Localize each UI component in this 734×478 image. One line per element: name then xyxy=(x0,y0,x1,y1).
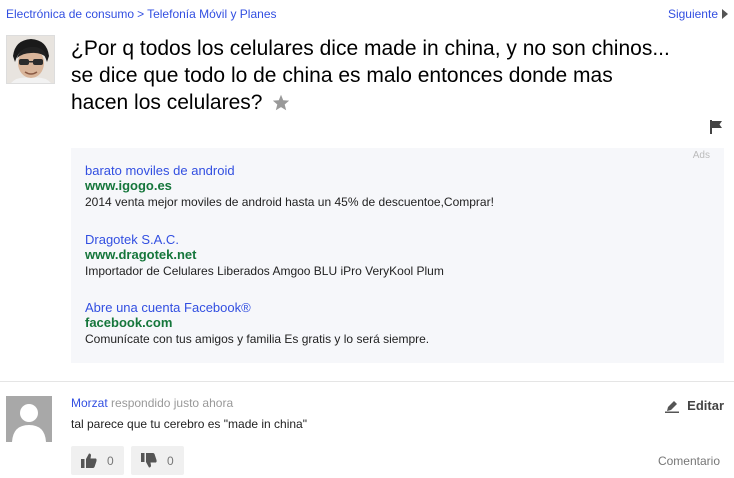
ad-url[interactable]: www.igogo.es xyxy=(85,178,494,193)
ads-box: Ads barato moviles de android www.igogo.… xyxy=(71,148,724,363)
upvote-count: 0 xyxy=(107,453,114,468)
star-icon[interactable] xyxy=(272,91,290,118)
thumbs-down-icon xyxy=(141,453,157,468)
downvote-button[interactable]: 0 xyxy=(131,446,184,475)
breadcrumb-subcategory[interactable]: Telefonía Móvil y Planes xyxy=(147,7,276,21)
section-divider xyxy=(0,381,734,382)
next-arrow-icon xyxy=(722,9,728,19)
question-title-text: ¿Por q todos los celulares dice made in … xyxy=(71,37,670,114)
answer-username[interactable]: Morzat xyxy=(71,396,108,410)
ad-item: Dragotek S.A.C. www.dragotek.net Importa… xyxy=(85,232,444,279)
ads-label: Ads xyxy=(692,150,710,161)
answerer-avatar[interactable] xyxy=(6,396,52,442)
ad-url[interactable]: facebook.com xyxy=(85,315,429,330)
answer-text: tal parece que tu cerebro es "made in ch… xyxy=(71,417,307,431)
asker-avatar-image xyxy=(7,36,54,83)
next-button[interactable]: Siguiente xyxy=(668,7,728,21)
answer-meta: Morzat respondido justo ahora xyxy=(71,396,233,410)
ad-title[interactable]: Dragotek S.A.C. xyxy=(85,232,444,247)
asker-avatar[interactable] xyxy=(6,35,55,84)
ad-title[interactable]: Abre una cuenta Facebook® xyxy=(85,300,429,315)
answer-timestamp: respondido justo ahora xyxy=(111,396,234,410)
breadcrumb-separator: > xyxy=(137,7,145,21)
ad-description: 2014 venta mejor moviles de android hast… xyxy=(85,195,494,209)
upvote-button[interactable]: 0 xyxy=(71,446,124,475)
question-title: ¿Por q todos los celulares dice made in … xyxy=(71,35,671,118)
edit-button[interactable]: Editar xyxy=(665,398,724,413)
ad-description: Importador de Celulares Liberados Amgoo … xyxy=(85,264,444,278)
thumbs-up-icon xyxy=(81,453,97,468)
breadcrumb: Electrónica de consumo > Telefonía Móvil y… xyxy=(6,7,277,21)
downvote-count: 0 xyxy=(167,453,174,468)
default-user-icon xyxy=(6,396,52,442)
ad-url[interactable]: www.dragotek.net xyxy=(85,247,444,262)
ad-item: Abre una cuenta Facebook® facebook.com C… xyxy=(85,300,429,347)
ad-item: barato moviles de android www.igogo.es 2… xyxy=(85,163,494,210)
pencil-icon xyxy=(665,400,680,413)
breadcrumb-category[interactable]: Electrónica de consumo xyxy=(6,7,134,21)
next-label: Siguiente xyxy=(667,7,718,21)
comment-link[interactable]: Comentario xyxy=(658,454,720,468)
flag-icon[interactable] xyxy=(710,120,722,139)
ad-title[interactable]: barato moviles de android xyxy=(85,163,494,178)
edit-label: Editar xyxy=(687,398,724,413)
ad-description: Comunícate con tus amigos y familia Es g… xyxy=(85,332,430,346)
